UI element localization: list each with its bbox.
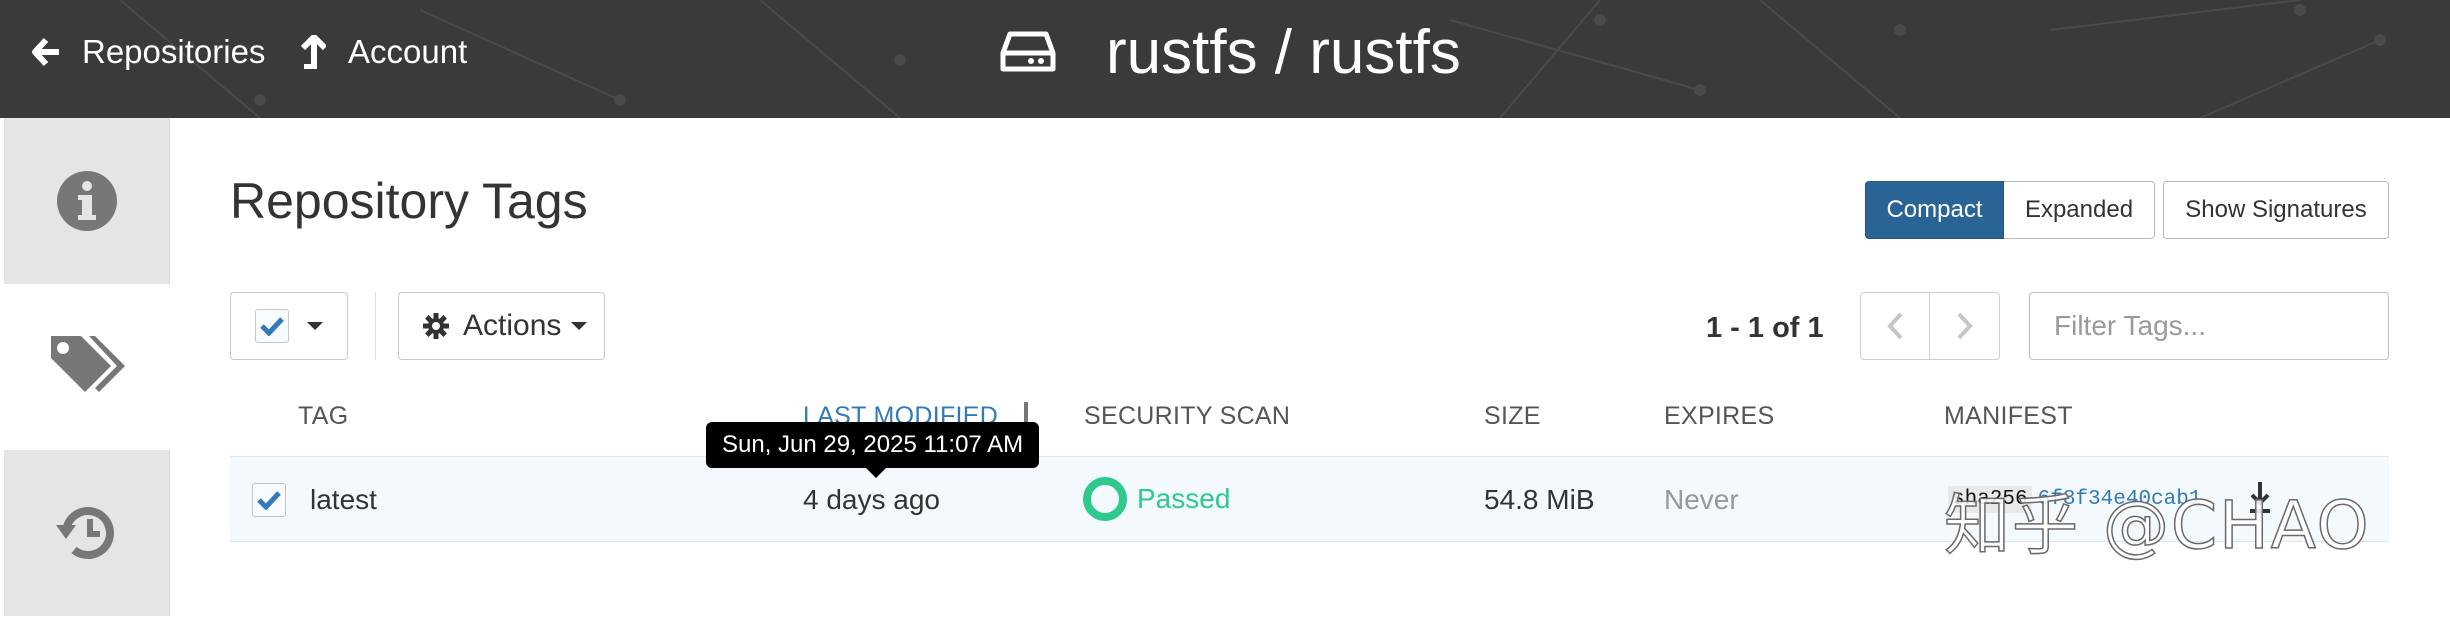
- checkmark-icon: [257, 491, 281, 510]
- row-select-checkbox[interactable]: [252, 483, 286, 517]
- tags-icon: [51, 336, 125, 392]
- tab-information[interactable]: [4, 118, 170, 284]
- column-header-size[interactable]: SIZE: [1484, 402, 1541, 431]
- watermark: 知乎 @CHAO: [1943, 486, 2371, 565]
- chevron-left-icon: [1887, 312, 1903, 340]
- account-link[interactable]: Account: [300, 30, 467, 74]
- next-page-button[interactable]: [1930, 292, 2000, 360]
- select-all-checkbox[interactable]: [255, 309, 289, 343]
- show-signatures-button[interactable]: Show Signatures: [2163, 181, 2389, 239]
- toolbar-divider: [375, 292, 376, 360]
- expanded-view-button[interactable]: Expanded: [2004, 181, 2155, 239]
- checkmark-icon: [260, 317, 284, 336]
- last-modified-tooltip: Sun, Jun 29, 2025 11:07 AM: [706, 422, 1040, 478]
- repositories-link[interactable]: Repositories: [32, 30, 265, 74]
- column-header-manifest[interactable]: MANIFEST: [1944, 402, 2073, 431]
- repo-title-text: rustfs / rustfs: [1106, 17, 1461, 87]
- info-circle-icon: [56, 171, 117, 231]
- security-scan-status[interactable]: Passed: [1083, 477, 1230, 521]
- column-header-tag[interactable]: TAG: [298, 402, 348, 431]
- hard-drive-icon: [1000, 31, 1056, 72]
- repo-title: rustfs / rustfs: [1000, 12, 1461, 92]
- previous-page-button[interactable]: [1860, 292, 1930, 360]
- gear-icon: [423, 313, 449, 339]
- filter-tags-input[interactable]: [2029, 292, 2389, 360]
- actions-label: Actions: [463, 309, 562, 342]
- arrow-left-icon: [32, 37, 59, 67]
- arrow-up-icon: [300, 35, 326, 69]
- tab-tags[interactable]: [4, 284, 170, 450]
- chevron-down-icon: [571, 322, 588, 330]
- account-link-label: Account: [348, 33, 468, 70]
- expiration-value[interactable]: Never: [1664, 484, 1739, 516]
- image-size: 54.8 MiB: [1484, 484, 1595, 515]
- tag-name: latest: [310, 484, 377, 515]
- chevron-down-icon: [307, 322, 323, 330]
- actions-dropdown[interactable]: Actions: [398, 292, 605, 360]
- repositories-link-label: Repositories: [82, 33, 266, 70]
- compact-view-button[interactable]: Compact: [1865, 181, 2004, 239]
- pagination-controls: [1860, 292, 2000, 360]
- chevron-right-icon: [1957, 312, 1973, 340]
- pagination-summary: 1 - 1 of 1: [1706, 312, 1824, 344]
- column-header-expires[interactable]: EXPIRES: [1664, 402, 1774, 431]
- page-title: Repository Tags: [230, 173, 588, 229]
- view-mode-toggle: Compact Expanded: [1865, 181, 2155, 239]
- last-modified-value: 4 days ago: [803, 484, 940, 515]
- passed-status-icon: [1083, 477, 1127, 521]
- sidebar: [0, 118, 170, 620]
- column-header-security-scan[interactable]: SECURITY SCAN: [1084, 402, 1290, 431]
- history-icon: [55, 507, 114, 560]
- security-scan-label: Passed: [1137, 483, 1231, 514]
- select-all-dropdown[interactable]: [230, 292, 348, 360]
- tab-history[interactable]: [4, 450, 170, 616]
- top-header: Repositories Account rustfs / rustfs: [0, 0, 2450, 118]
